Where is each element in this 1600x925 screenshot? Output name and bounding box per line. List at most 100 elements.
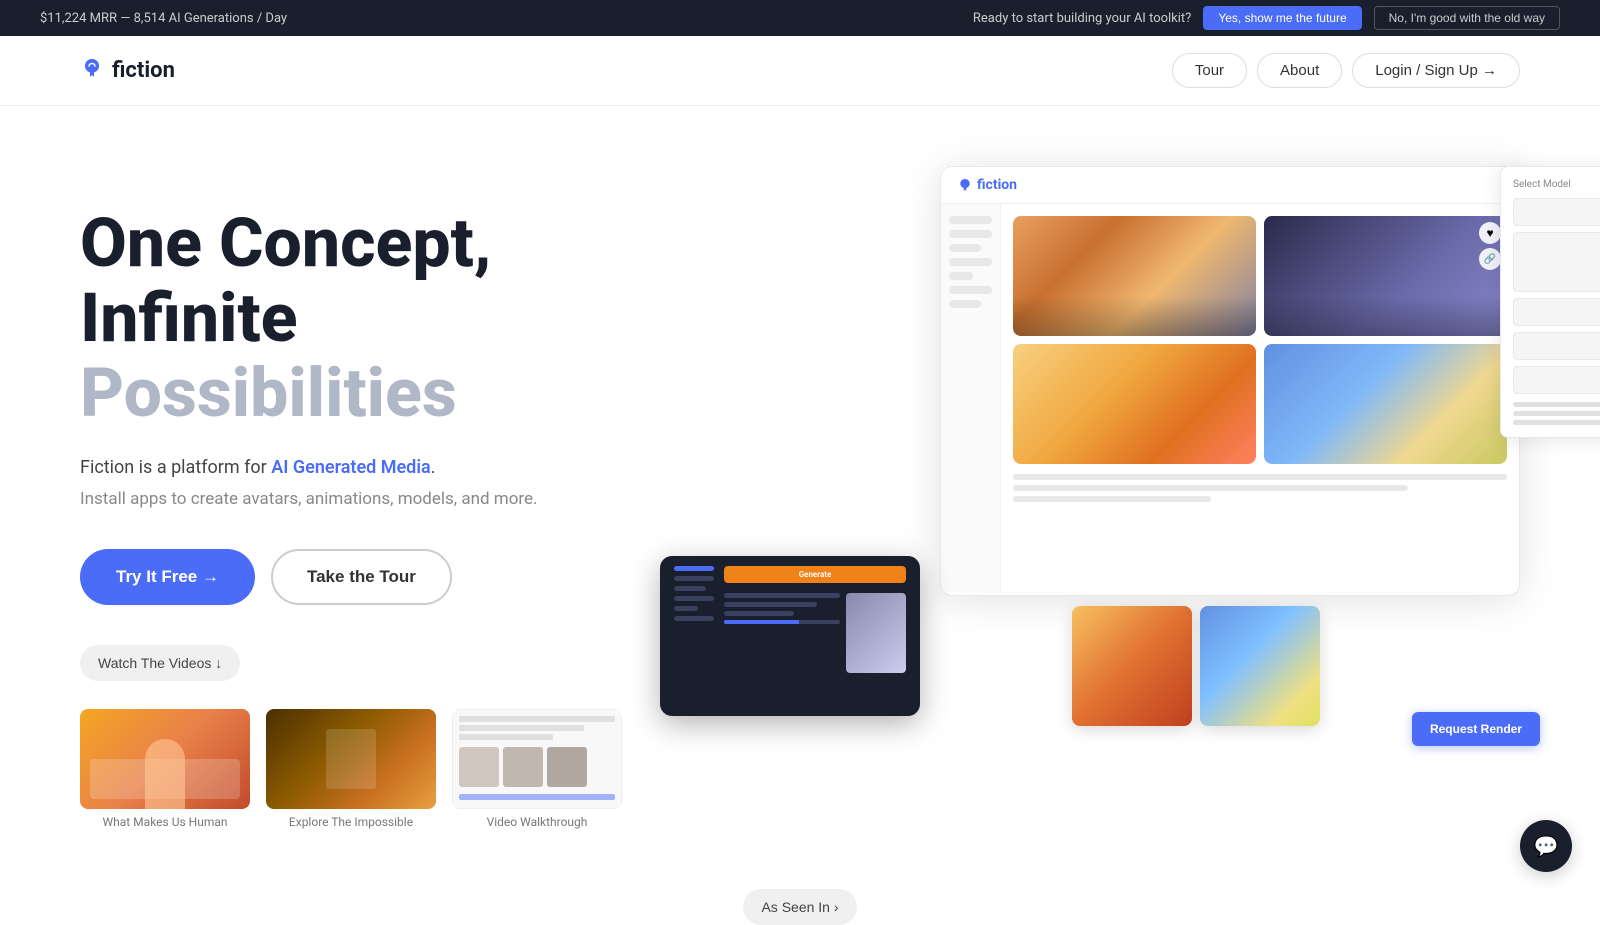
sidebar-bar-4: [949, 258, 992, 266]
main-content: One Concept, Infinite Possibilities Fict…: [0, 106, 1600, 869]
sidebar-bar-7: [949, 300, 981, 308]
banner-btn-yes[interactable]: Yes, show me the future: [1203, 6, 1361, 30]
hero-title-line1: One Concept,: [80, 203, 491, 283]
dark-bar-4: [674, 606, 698, 611]
navbar: fiction Tour About Login / Sign Up →: [0, 36, 1600, 106]
video-thumb-3[interactable]: Video Walkthrough: [452, 709, 622, 829]
sidebar-bar-6: [949, 286, 992, 294]
text-ph-3: [1013, 496, 1211, 502]
hero-subtitle-start: Fiction is a platform for: [80, 457, 271, 478]
text-ph-2: [1013, 485, 1408, 491]
thumb1-bg: [80, 709, 250, 809]
right-panel-field-1: [1513, 198, 1600, 226]
rp-bar-3: [1513, 420, 1600, 425]
img-heart-icon: ♥: [1479, 222, 1501, 244]
video-thumb-1[interactable]: What Makes Us Human: [80, 709, 250, 829]
as-seen-in-btn[interactable]: As Seen In ›: [743, 889, 856, 925]
video-thumb-2[interactable]: Explore The Impossible: [266, 709, 436, 829]
dark-content-area: [724, 593, 906, 673]
hero-title: One Concept, Infinite Possibilities: [80, 206, 680, 430]
banner-question: Ready to start building your AI toolkit?: [973, 11, 1191, 26]
video-thumb-img-3: [452, 709, 622, 809]
dark-text-area: [724, 593, 840, 624]
person-silhouette: [145, 739, 185, 809]
grid-image-2: ♥ 🔗: [1264, 216, 1507, 336]
dark-tablet-main: Generate: [724, 566, 906, 706]
bottom-images: [1072, 606, 1320, 726]
grid-image-1: [1013, 216, 1256, 336]
text-ph-1: [1013, 474, 1507, 480]
dark-text-bar-2: [724, 602, 817, 607]
dark-bar-accent-1: [674, 566, 714, 571]
sidebar-bar-3: [949, 244, 981, 252]
watch-videos-btn[interactable]: Watch The Videos ↓: [80, 645, 240, 681]
right-panel-field-2: [1513, 298, 1600, 326]
right-panel-field-3: [1513, 332, 1600, 360]
thumb2-bg: [266, 709, 436, 809]
app-main-area: ♥ 🔗: [1001, 204, 1519, 592]
thumb3-bar3: [459, 734, 553, 740]
dark-text-bar-1: [724, 593, 840, 598]
sidebar-bar-1: [949, 216, 992, 224]
sidebar-bar-2: [949, 230, 992, 238]
hero-subtitle: Fiction is a platform for AI Generated M…: [80, 454, 680, 481]
app-text-area: [1013, 474, 1507, 502]
video-thumb-label-2: Explore The Impossible: [266, 815, 436, 829]
select-model-label: Select Model: [1513, 179, 1600, 190]
thumb3-img1: [459, 747, 499, 787]
nav-tour-btn[interactable]: Tour: [1172, 53, 1247, 88]
rp-bar-2: [1513, 411, 1600, 416]
hero-left: One Concept, Infinite Possibilities Fict…: [80, 186, 680, 829]
dark-tablet-sidebar: [674, 566, 714, 706]
logo[interactable]: fiction: [80, 56, 175, 86]
logo-icon: [80, 56, 104, 86]
app-window-body: ♥ 🔗: [941, 204, 1519, 592]
product-mockup: fiction: [720, 166, 1520, 686]
bottom-img-1: [1072, 606, 1192, 726]
hero-title-line2-start: Infinite: [80, 278, 298, 358]
app-logo-text: fiction: [977, 177, 1017, 193]
dark-text-bar-3: [724, 611, 794, 616]
app-window: fiction: [940, 166, 1520, 596]
bottom-img-2: [1200, 606, 1320, 726]
dark-img-preview: [846, 593, 906, 673]
try-free-btn[interactable]: Try It Free →: [80, 549, 255, 605]
request-render-btn[interactable]: Request Render: [1412, 712, 1540, 746]
hero-subtitle-highlight: AI Generated Media: [271, 457, 430, 478]
image-grid: ♥ 🔗: [1013, 216, 1507, 464]
dark-progress-fill: [724, 620, 799, 624]
img-link-icon: 🔗: [1479, 248, 1501, 270]
thumb3-bg: [452, 709, 622, 809]
nav-links: Tour About Login / Sign Up →: [1172, 53, 1520, 88]
thumb3-img2: [503, 747, 543, 787]
nav-about-btn[interactable]: About: [1257, 53, 1342, 88]
app-window-header: fiction: [941, 167, 1519, 204]
sidebar-bar-5: [949, 272, 973, 280]
video-thumbnails: What Makes Us Human Explore The Impossib…: [80, 709, 680, 829]
dark-generate-btn[interactable]: Generate: [724, 566, 906, 583]
chat-bubble-icon: 💬: [1534, 834, 1559, 858]
dark-tablet: Generate: [660, 556, 920, 716]
dark-bar-2: [674, 586, 706, 591]
right-panel-field-4: [1513, 366, 1600, 394]
take-tour-btn[interactable]: Take the Tour: [271, 549, 452, 605]
logo-text: fiction: [112, 58, 175, 83]
hero-title-possibilities: Possibilities: [80, 353, 457, 433]
as-seen-in-section: As Seen In ›: [0, 889, 1600, 925]
top-banner: $11,224 MRR — 8,514 AI Generations / Day…: [0, 0, 1600, 36]
dark-progress-bar: [724, 620, 840, 624]
video-thumb-label-3: Video Walkthrough: [452, 815, 622, 829]
chat-bubble[interactable]: 💬: [1520, 820, 1572, 872]
app-sidebar: [941, 204, 1001, 592]
thumb3-bar1: [459, 716, 615, 722]
thumb3-images: [459, 747, 615, 787]
rp-bar-1: [1513, 402, 1600, 407]
nav-login-btn[interactable]: Login / Sign Up →: [1352, 53, 1520, 88]
banner-right: Ready to start building your AI toolkit?…: [973, 6, 1560, 30]
right-panel-textarea: [1513, 232, 1600, 292]
dark-bar-1: [674, 576, 714, 581]
thumb3-bar2: [459, 725, 584, 731]
hero-subtitle-end: .: [431, 457, 436, 478]
video-thumb-img-2: [266, 709, 436, 809]
banner-btn-no[interactable]: No, I'm good with the old way: [1374, 6, 1560, 30]
